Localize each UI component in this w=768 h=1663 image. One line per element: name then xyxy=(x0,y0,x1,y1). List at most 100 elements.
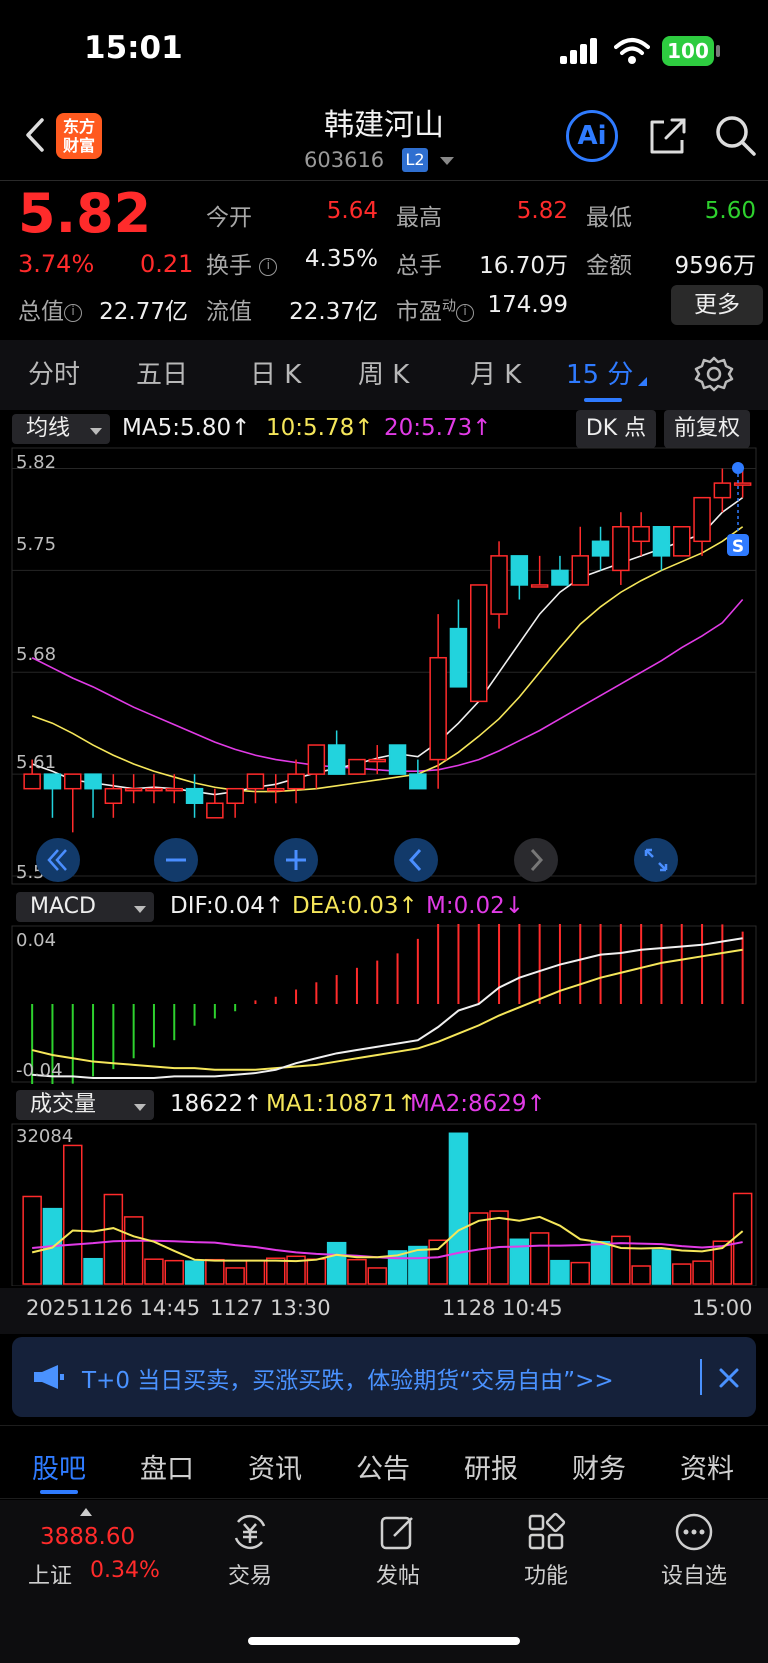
tab-intraday[interactable]: 分时 xyxy=(28,354,80,391)
volume-bar xyxy=(367,1267,387,1285)
battery-indicator: 100 xyxy=(662,36,714,66)
volume-value: 16.70万 xyxy=(479,253,568,279)
volume-bar xyxy=(672,1263,692,1285)
candle-body xyxy=(551,569,569,586)
scroll-right-button[interactable] xyxy=(512,836,560,884)
y-label-582: 5.82 xyxy=(16,452,56,473)
macd-y-top: 0.04 xyxy=(16,930,56,951)
grid-functions-icon[interactable] xyxy=(526,1512,566,1552)
nav-functions[interactable]: 功能 xyxy=(496,1558,596,1590)
scroll-left-fast-button[interactable] xyxy=(34,836,82,884)
volume-bar xyxy=(631,1265,651,1285)
dk-point-button[interactable]: DK 点 xyxy=(576,410,656,448)
tab-research[interactable]: 研报 xyxy=(464,1447,518,1486)
zoom-out-button[interactable] xyxy=(152,836,200,884)
tab-daily-k[interactable]: 日 K xyxy=(250,354,301,391)
close-icon[interactable] xyxy=(716,1365,742,1391)
nav-add-watchlist[interactable]: 设自选 xyxy=(644,1558,744,1590)
ma5-line xyxy=(31,497,744,796)
scroll-left-button[interactable] xyxy=(392,836,440,884)
dif-legend: DIF:0.04↑ xyxy=(170,893,285,919)
app-logo: 东方财富 xyxy=(56,113,102,159)
candle-body xyxy=(165,787,183,792)
candle-body xyxy=(348,758,366,775)
candle-body xyxy=(327,744,346,775)
corner-triangle-icon xyxy=(638,368,647,386)
candle-body xyxy=(652,526,671,557)
index-name[interactable]: 上证 xyxy=(28,1558,72,1590)
volume-bar xyxy=(164,1259,184,1285)
volume-bar xyxy=(550,1259,570,1285)
m-legend: M:0.02↓ xyxy=(426,893,525,919)
ai-assistant-button[interactable]: Ai xyxy=(566,110,618,162)
candle-body xyxy=(409,773,427,790)
battery-tip xyxy=(716,45,720,57)
volume-bar xyxy=(347,1258,367,1285)
high-label: 最高 xyxy=(396,205,442,231)
candle-body xyxy=(246,773,265,790)
gear-icon[interactable] xyxy=(694,354,734,394)
fullscreen-button[interactable] xyxy=(632,836,680,884)
macd-y-bottom: -0.04 xyxy=(16,1060,63,1081)
volume-bar xyxy=(570,1261,590,1285)
tab-financials[interactable]: 财务 xyxy=(572,1447,626,1486)
candle-body xyxy=(84,773,102,790)
indicator-select-ma[interactable]: 均线 xyxy=(12,414,110,444)
candle-body xyxy=(368,758,386,763)
tab-announcements[interactable]: 公告 xyxy=(356,1447,410,1486)
forward-adjust-button[interactable]: 前复权 xyxy=(664,410,750,448)
ma5-legend: MA5:5.80↑ xyxy=(122,415,251,441)
index-value[interactable]: 3888.60 xyxy=(40,1524,135,1550)
tab-order-book[interactable]: 盘口 xyxy=(140,1447,194,1486)
nav-trade[interactable]: 交易 xyxy=(200,1558,300,1590)
tab-profile[interactable]: 资料 xyxy=(680,1447,734,1486)
mktcap-label: 总值 i xyxy=(18,292,82,326)
search-icon[interactable] xyxy=(712,112,760,160)
volume-bar xyxy=(123,1216,144,1285)
volume-bar xyxy=(732,1192,753,1285)
indicator-select-macd[interactable]: MACD xyxy=(16,892,154,922)
tab-news[interactable]: 资讯 xyxy=(248,1447,302,1486)
candle-body xyxy=(43,773,62,790)
kline-chart[interactable]: 5.82 5.75 5.68 5.61 5.54 S xyxy=(0,446,768,886)
candle-body xyxy=(470,584,488,703)
volume-bar xyxy=(63,1144,83,1285)
candle-body xyxy=(673,526,691,557)
candle-body xyxy=(612,526,630,572)
candle-body xyxy=(226,787,244,804)
ma20-legend: 20:5.73↑ xyxy=(384,415,492,441)
chevron-down-icon[interactable] xyxy=(440,157,454,165)
volume-chart[interactable]: 32084 xyxy=(0,1122,768,1286)
dif-line xyxy=(32,937,743,1079)
low-label: 最低 xyxy=(586,205,632,231)
more-dots-icon[interactable] xyxy=(674,1512,714,1552)
index-percent[interactable]: 0.34% xyxy=(90,1558,160,1583)
period-tabs: 分时 五日 日 K 周 K 月 K 15 分 xyxy=(0,340,768,410)
volume-bar xyxy=(225,1267,245,1285)
back-chevron-icon[interactable] xyxy=(16,110,56,160)
dropdown-triangle-icon xyxy=(134,905,146,913)
promo-banner[interactable]: T+0 当日买卖，买涨买跌，体验期货“交易自由”>> xyxy=(12,1337,756,1417)
pe-label: 市盈动 i xyxy=(396,292,474,326)
nav-post[interactable]: 发帖 xyxy=(348,1558,448,1590)
share-icon[interactable] xyxy=(646,114,690,158)
open-value: 5.64 xyxy=(326,198,378,224)
time-label-end: 15:00 xyxy=(692,1296,753,1320)
tab-15-min[interactable]: 15 分 xyxy=(566,354,633,391)
tab-weekly-k[interactable]: 周 K xyxy=(358,354,409,391)
more-button[interactable]: 更多 xyxy=(671,285,763,325)
change-percent: 3.74% xyxy=(18,250,95,278)
macd-chart[interactable]: 0.04 -0.04 xyxy=(0,924,768,1084)
tab-monthly-k[interactable]: 月 K xyxy=(470,354,521,391)
ma10-legend: 10:5.78↑ xyxy=(266,415,374,441)
expand-icon xyxy=(634,838,678,882)
volume-bar xyxy=(692,1260,712,1285)
tab-five-day[interactable]: 五日 xyxy=(136,354,188,391)
volume-bar xyxy=(651,1249,672,1285)
edit-post-icon[interactable] xyxy=(378,1512,418,1552)
tab-guba[interactable]: 股吧 xyxy=(32,1447,86,1486)
level2-badge[interactable]: L2 xyxy=(402,148,428,172)
zoom-in-button[interactable] xyxy=(272,836,320,884)
indicator-select-volume[interactable]: 成交量 xyxy=(16,1090,154,1120)
yuan-exchange-icon[interactable] xyxy=(230,1512,270,1552)
